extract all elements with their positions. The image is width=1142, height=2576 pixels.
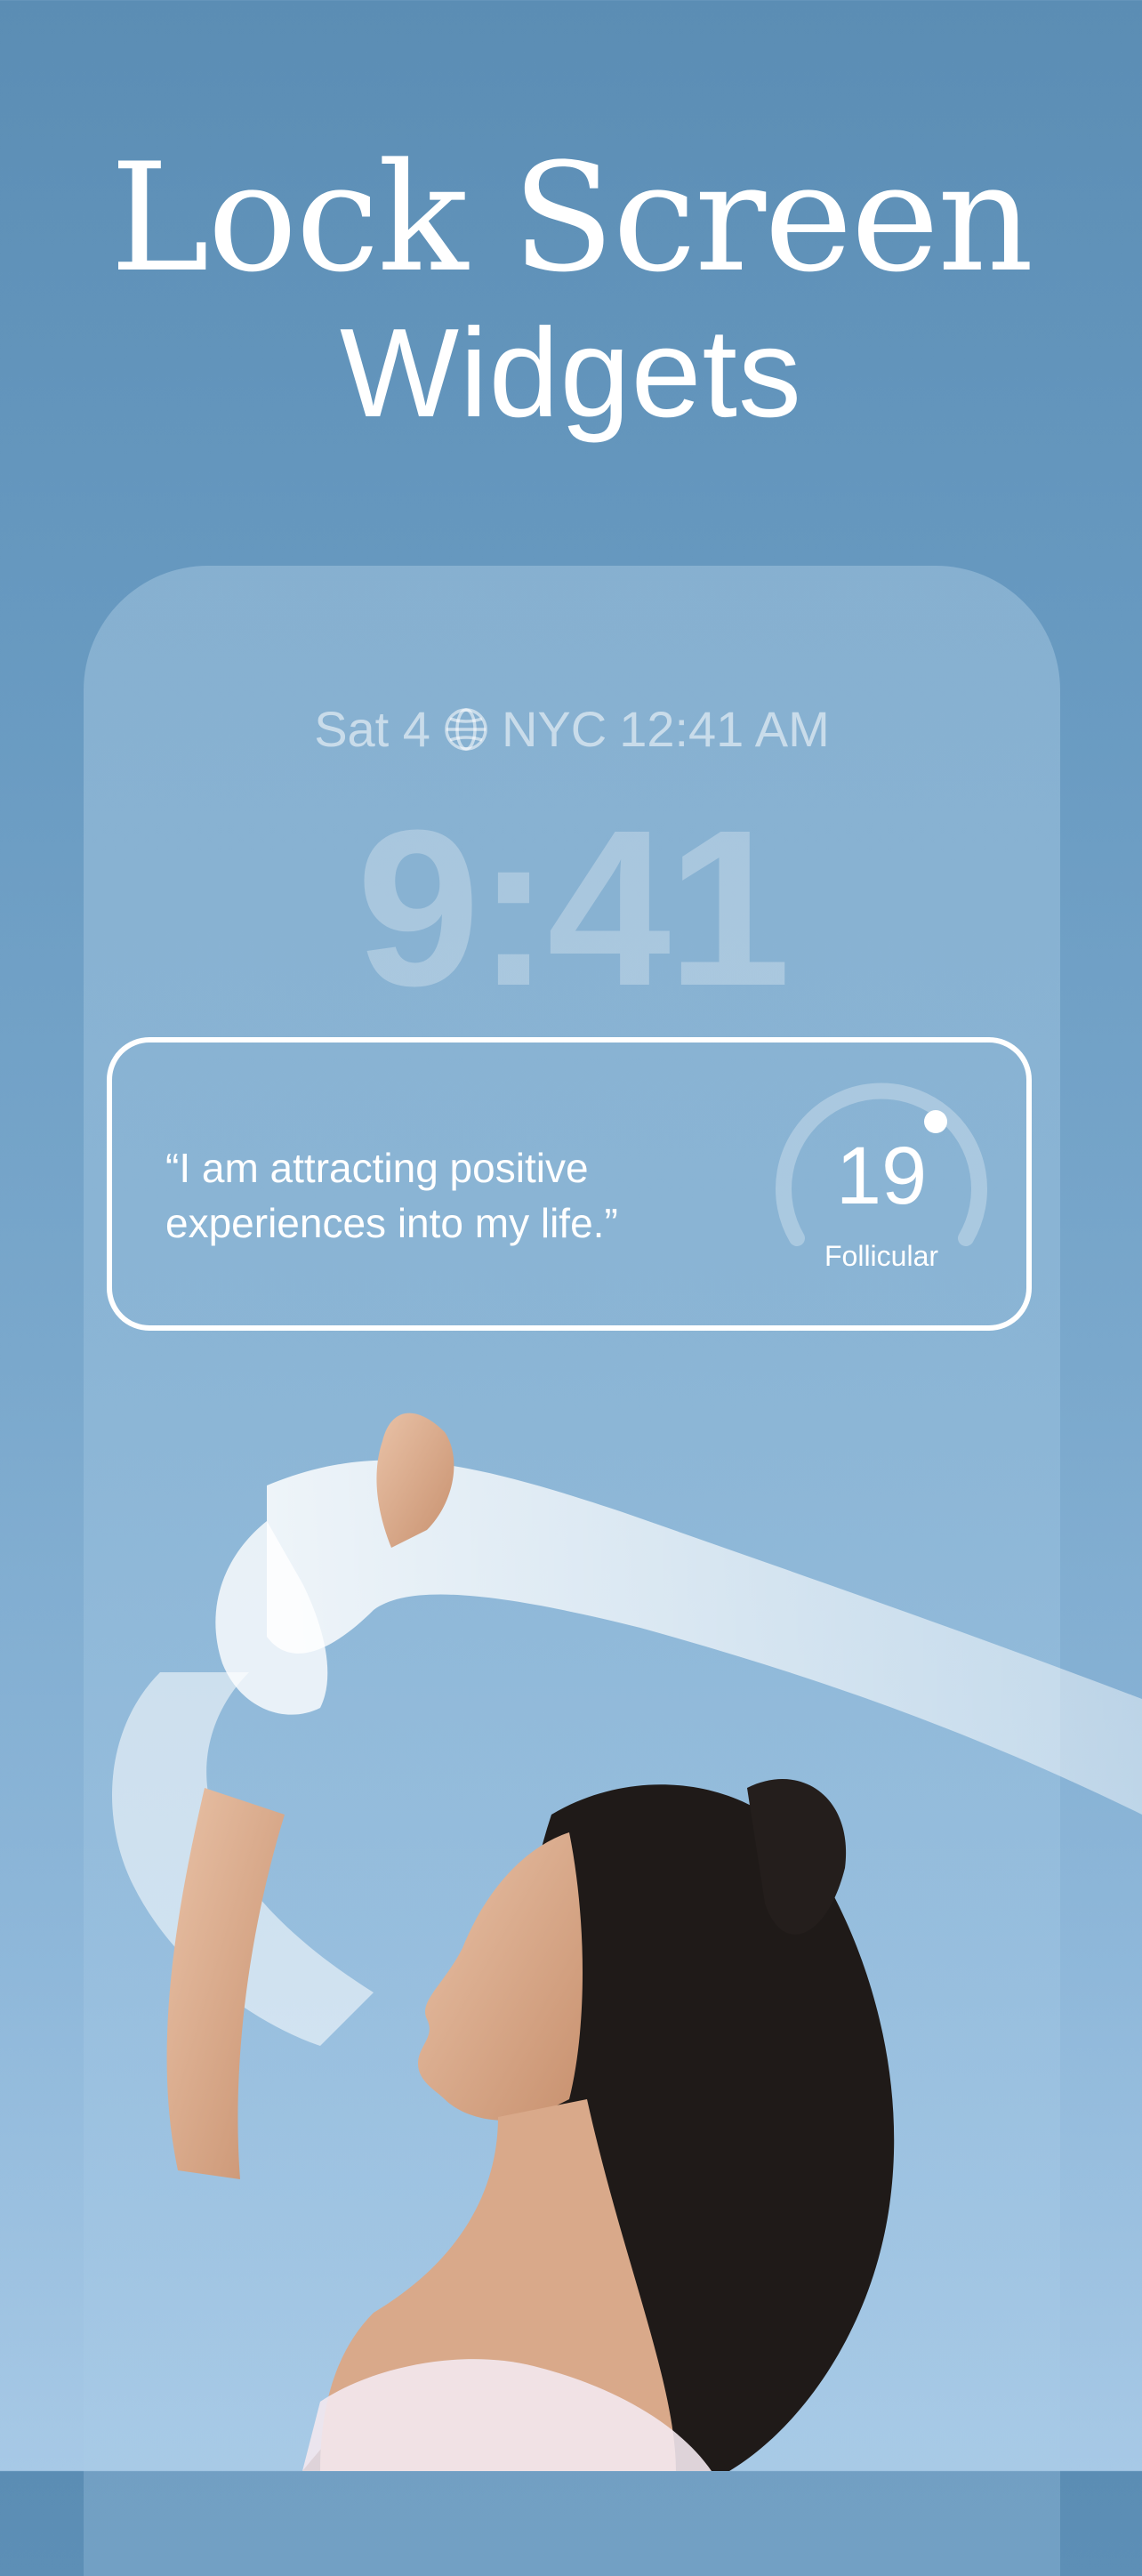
- affirmation-cycle-widget[interactable]: “I am attracting positive experiences in…: [107, 1037, 1032, 1331]
- hero-title-line-1: Lock Screen: [109, 131, 1034, 305]
- date-label: Sat 4: [314, 701, 430, 757]
- lock-screen-time: 9:41: [356, 784, 791, 1032]
- wallpaper-photo: [0, 1405, 1142, 2471]
- hero-title-line-2: Widgets: [340, 302, 802, 444]
- world-clock-city: NYC: [501, 701, 607, 757]
- affirmation-text: “I am attracting positive experiences in…: [165, 1145, 618, 1246]
- lock-screen-date-row: Sat 4 NYC 12:41 AM: [84, 699, 1060, 760]
- cycle-progress-marker: [924, 1110, 947, 1133]
- cycle-day-number: 19: [835, 1131, 928, 1221]
- cycle-day-gauge: 19 Follicular: [761, 1080, 1001, 1293]
- cycle-phase-label: Follicular: [824, 1240, 939, 1272]
- globe-icon: [445, 708, 487, 751]
- world-clock-time: 12:41 AM: [619, 701, 830, 757]
- woman-with-veil-illustration: [112, 1413, 1142, 2471]
